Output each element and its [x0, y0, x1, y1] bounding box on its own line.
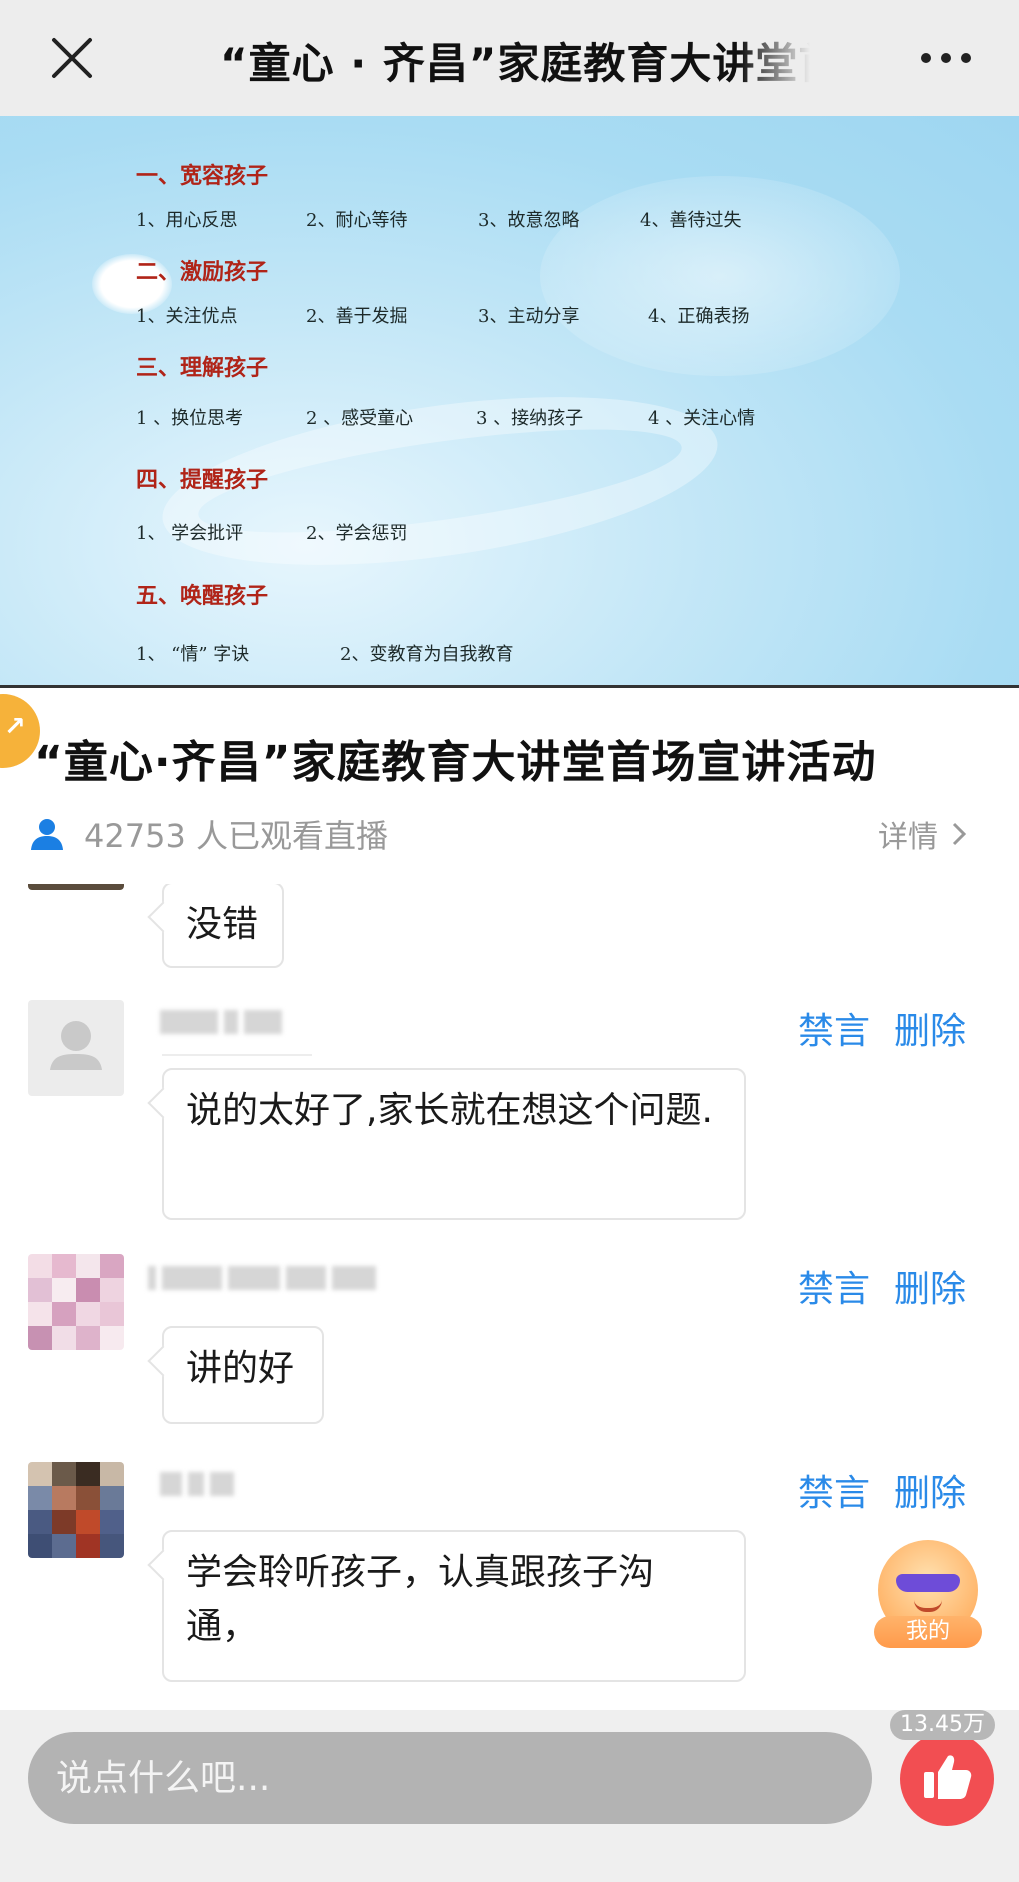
- mute-button[interactable]: 禁言: [798, 1464, 870, 1516]
- nickname-blurred: [148, 1262, 376, 1294]
- slide-item: 3、主动分享: [478, 306, 580, 327]
- slide-item: 1、用心反思: [136, 210, 238, 231]
- comment-bubble: 没错: [162, 884, 284, 968]
- default-avatar-icon: [50, 1021, 102, 1070]
- details-label: 详情: [878, 820, 938, 855]
- slide-item: 4、正确表扬: [648, 306, 750, 327]
- comment-bubble: 学会聆听孩子，认真跟孩子沟通，: [162, 1530, 746, 1682]
- divider: [162, 1054, 312, 1056]
- details-link[interactable]: 详情: [878, 812, 966, 856]
- sunglasses-icon: [896, 1574, 960, 1592]
- slide-heading: 二、激励孩子: [136, 259, 269, 285]
- comment-input[interactable]: [28, 1732, 872, 1824]
- slide-item: 3、故意忽略: [478, 210, 580, 231]
- slide-item: 2 、感受童心: [306, 408, 414, 429]
- avatar[interactable]: [28, 1254, 124, 1350]
- likes-count: 13.45万: [890, 1710, 995, 1740]
- mine-label: 我的: [874, 1616, 982, 1648]
- live-video-slide[interactable]: 一、宽容孩子 1、用心反思 2、耐心等待 3、故意忽略 4、善待过失 二、激励孩…: [0, 116, 1019, 688]
- comment-bubble: 说的太好了,家长就在想这个问题.: [162, 1068, 746, 1220]
- nickname-blurred: [160, 1006, 282, 1038]
- thumbs-up-icon: [924, 1755, 972, 1799]
- slide-item: 3 、接纳孩子: [476, 408, 584, 429]
- slide-heading: 四、提醒孩子: [136, 467, 269, 493]
- slide-heading: 一、宽容孩子: [136, 163, 269, 189]
- slide-item: 4 、关注心情: [648, 408, 756, 429]
- comment-list[interactable]: 没错 禁言 删除 说的太好了,家长就在想这个问题. 禁言 删除 讲的好 禁言 删…: [0, 884, 1019, 1710]
- slide-item: 2、耐心等待: [306, 210, 408, 231]
- mine-floating-button[interactable]: 我的: [874, 1540, 982, 1648]
- slide-item: 2、变教育为自我教育: [340, 644, 514, 665]
- slide-item: 4、善待过失: [640, 210, 742, 231]
- bottom-input-bar: 13.45万: [0, 1710, 1019, 1882]
- slide-item: 1、 “情” 字诀: [136, 644, 250, 665]
- page-title: “童心 · 齐昌”家庭教育大讲堂首场宣讲活动: [220, 39, 810, 88]
- avatar[interactable]: [28, 884, 124, 890]
- nickname-blurred: [160, 1468, 234, 1500]
- avatar[interactable]: [28, 1000, 124, 1096]
- slide-item: 1、关注优点: [136, 306, 238, 327]
- close-icon[interactable]: [46, 32, 98, 84]
- slide-heading: 五、唤醒孩子: [136, 583, 269, 609]
- mute-button[interactable]: 禁言: [798, 1260, 870, 1312]
- comment-bubble: 讲的好: [162, 1326, 324, 1424]
- slide-item: 1 、换位思考: [136, 408, 244, 429]
- mute-button[interactable]: 禁言: [798, 1002, 870, 1054]
- avatar[interactable]: [28, 1462, 124, 1558]
- viewer-count-text: 42753 人已观看直播: [84, 817, 388, 855]
- slide-item: 1、 学会批评: [136, 523, 244, 544]
- event-title: “童心·齐昌”家庭教育大讲堂首场宣讲活动: [34, 737, 877, 788]
- delete-button[interactable]: 删除: [894, 1260, 966, 1312]
- chevron-right-icon: [952, 822, 966, 846]
- divider: [0, 685, 1019, 688]
- slide-heading: 三、理解孩子: [136, 355, 269, 381]
- person-icon: [31, 819, 63, 850]
- slide-item: 2、善于发掘: [306, 306, 408, 327]
- viewer-count: 42753 人已观看直播: [30, 812, 388, 856]
- slide-item: 2、学会惩罚: [306, 523, 408, 544]
- delete-button[interactable]: 删除: [894, 1002, 966, 1054]
- more-dots-icon[interactable]: [918, 40, 974, 76]
- delete-button[interactable]: 删除: [894, 1464, 966, 1516]
- like-button[interactable]: [900, 1732, 994, 1826]
- top-nav-bar: “童心 · 齐昌”家庭教育大讲堂首场宣讲活动: [0, 0, 1019, 116]
